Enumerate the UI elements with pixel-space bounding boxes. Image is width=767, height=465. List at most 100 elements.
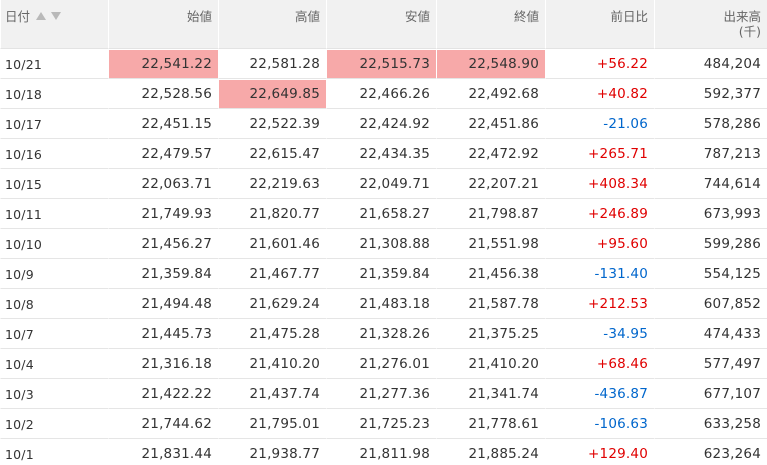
date-cell: 10/18: [0, 79, 108, 109]
high-cell: 21,938.77: [218, 439, 326, 465]
volume-cell: 577,497: [654, 349, 767, 379]
change-column-header: 前日比: [545, 0, 654, 49]
close-cell: 21,551.98: [436, 229, 545, 259]
table-row: 10/2 21,744.62 21,795.01 21,725.23 21,77…: [0, 409, 767, 439]
date-cell: 10/1: [0, 439, 108, 465]
high-cell: 22,615.47: [218, 139, 326, 169]
open-cell: 21,744.62: [108, 409, 218, 439]
low-cell: 21,277.36: [326, 379, 436, 409]
table-row: 10/11 21,749.93 21,820.77 21,658.27 21,7…: [0, 199, 767, 229]
volume-cell: 677,107: [654, 379, 767, 409]
change-cell: +129.40: [545, 439, 654, 465]
low-cell: 21,308.88: [326, 229, 436, 259]
open-cell: 21,749.93: [108, 199, 218, 229]
high-cell: 21,467.77: [218, 259, 326, 289]
open-column-header: 始値: [108, 0, 218, 49]
low-cell: 21,276.01: [326, 349, 436, 379]
date-cell: 10/17: [0, 109, 108, 139]
close-cell: 22,548.90: [436, 49, 545, 79]
close-cell: 21,885.24: [436, 439, 545, 465]
high-cell: 21,437.74: [218, 379, 326, 409]
date-cell: 10/10: [0, 229, 108, 259]
change-cell: -21.06: [545, 109, 654, 139]
close-cell: 22,451.86: [436, 109, 545, 139]
table-row: 10/7 21,445.73 21,475.28 21,328.26 21,37…: [0, 319, 767, 349]
volume-cell: 623,264: [654, 439, 767, 465]
volume-cell: 633,258: [654, 409, 767, 439]
volume-cell: 607,852: [654, 289, 767, 319]
change-cell: +68.46: [545, 349, 654, 379]
table-row: 10/18 22,528.56 22,649.85 22,466.26 22,4…: [0, 79, 767, 109]
table-row: 10/21 22,541.22 22,581.28 22,515.73 22,5…: [0, 49, 767, 79]
low-cell: 22,424.92: [326, 109, 436, 139]
date-cell: 10/7: [0, 319, 108, 349]
high-cell: 21,601.46: [218, 229, 326, 259]
low-column-header: 安値: [326, 0, 436, 49]
close-cell: 22,472.92: [436, 139, 545, 169]
change-cell: +408.34: [545, 169, 654, 199]
change-cell: +212.53: [545, 289, 654, 319]
open-header-label: 始値: [186, 9, 212, 24]
high-cell: 21,629.24: [218, 289, 326, 319]
close-cell: 21,375.25: [436, 319, 545, 349]
date-column-header[interactable]: 日付: [0, 0, 108, 49]
low-cell: 21,328.26: [326, 319, 436, 349]
high-cell: 22,219.63: [218, 169, 326, 199]
high-cell: 22,649.85: [218, 79, 326, 109]
close-cell: 22,492.68: [436, 79, 545, 109]
date-cell: 10/3: [0, 379, 108, 409]
low-cell: 21,359.84: [326, 259, 436, 289]
change-cell: +56.22: [545, 49, 654, 79]
change-cell: +40.82: [545, 79, 654, 109]
date-cell: 10/11: [0, 199, 108, 229]
change-cell: -131.40: [545, 259, 654, 289]
low-cell: 21,725.23: [326, 409, 436, 439]
open-cell: 21,831.44: [108, 439, 218, 465]
stock-price-table: 日付 始値 高値 安値 終値 前日比 出来高 (千) 10/21 22,541.…: [0, 0, 767, 465]
open-cell: 22,479.57: [108, 139, 218, 169]
high-cell: 21,410.20: [218, 349, 326, 379]
change-cell: -34.95: [545, 319, 654, 349]
table-row: 10/10 21,456.27 21,601.46 21,308.88 21,5…: [0, 229, 767, 259]
table-row: 10/1 21,831.44 21,938.77 21,811.98 21,88…: [0, 439, 767, 465]
change-cell: +95.60: [545, 229, 654, 259]
table-row: 10/4 21,316.18 21,410.20 21,276.01 21,41…: [0, 349, 767, 379]
volume-cell: 474,433: [654, 319, 767, 349]
table-row: 10/8 21,494.48 21,629.24 21,483.18 21,58…: [0, 289, 767, 319]
table-row: 10/3 21,422.22 21,437.74 21,277.36 21,34…: [0, 379, 767, 409]
high-cell: 22,581.28: [218, 49, 326, 79]
volume-header-label: 出来高: [723, 9, 761, 24]
change-cell: -106.63: [545, 409, 654, 439]
change-cell: +265.71: [545, 139, 654, 169]
low-cell: 22,515.73: [326, 49, 436, 79]
close-cell: 22,207.21: [436, 169, 545, 199]
close-cell: 21,587.78: [436, 289, 545, 319]
volume-column-header: 出来高 (千): [654, 0, 767, 49]
table-header-row: 日付 始値 高値 安値 終値 前日比 出来高 (千): [0, 0, 767, 49]
close-column-header: 終値: [436, 0, 545, 49]
sort-descending-icon[interactable]: [51, 12, 62, 20]
date-cell: 10/2: [0, 409, 108, 439]
change-cell: -436.87: [545, 379, 654, 409]
high-cell: 21,820.77: [218, 199, 326, 229]
change-cell: +246.89: [545, 199, 654, 229]
open-cell: 22,063.71: [108, 169, 218, 199]
high-column-header: 高値: [218, 0, 326, 49]
close-cell: 21,456.38: [436, 259, 545, 289]
sort-ascending-icon[interactable]: [36, 12, 47, 20]
volume-cell: 744,614: [654, 169, 767, 199]
volume-cell: 599,286: [654, 229, 767, 259]
volume-cell: 484,204: [654, 49, 767, 79]
close-cell: 21,798.87: [436, 199, 545, 229]
open-cell: 21,456.27: [108, 229, 218, 259]
volume-cell: 673,993: [654, 199, 767, 229]
date-cell: 10/4: [0, 349, 108, 379]
close-cell: 21,778.61: [436, 409, 545, 439]
volume-cell: 554,125: [654, 259, 767, 289]
high-cell: 21,795.01: [218, 409, 326, 439]
date-cell: 10/9: [0, 259, 108, 289]
close-header-label: 終値: [513, 9, 539, 24]
high-cell: 22,522.39: [218, 109, 326, 139]
low-cell: 22,466.26: [326, 79, 436, 109]
low-header-label: 安値: [404, 9, 430, 24]
